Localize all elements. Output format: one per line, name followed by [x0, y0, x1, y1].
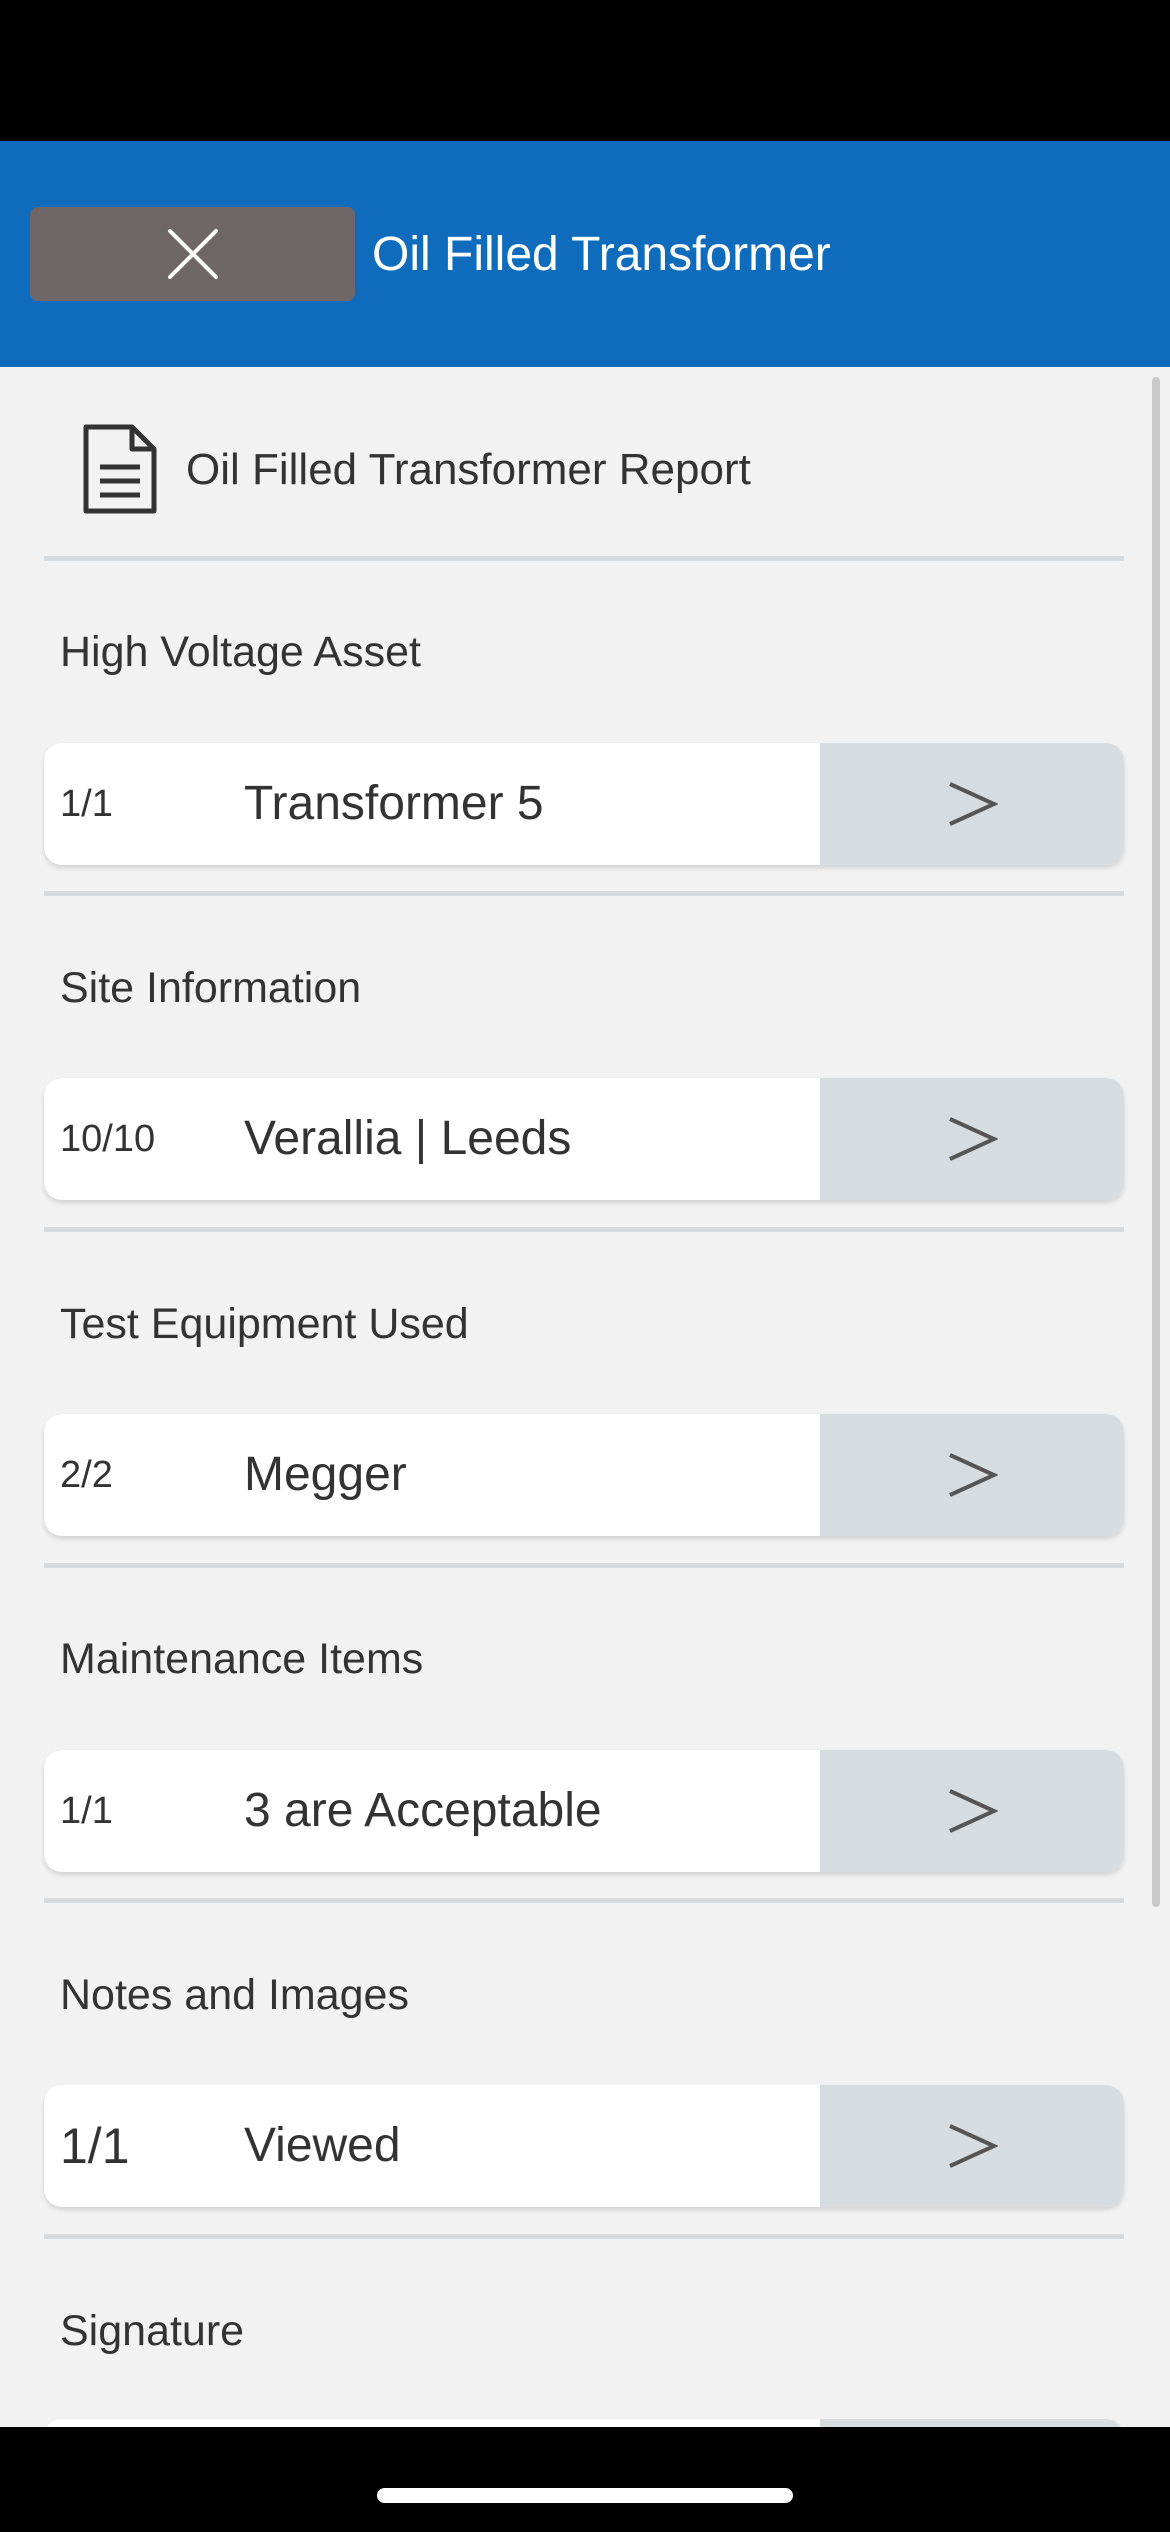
section-count: 1/1 — [60, 783, 113, 825]
home-indicator-area — [0, 2427, 1170, 2532]
section-value: 3 are Acceptable — [244, 1784, 602, 1837]
report-title: Oil Filled Transformer Report — [186, 445, 751, 494]
chevron-right-icon — [949, 1453, 998, 1497]
open-section-button[interactable] — [820, 2085, 1124, 2207]
document-icon — [83, 424, 157, 514]
scrollbar[interactable] — [1152, 377, 1160, 1907]
header-bar: Oil Filled Transformer — [0, 141, 1170, 367]
close-button[interactable] — [30, 207, 355, 301]
chevron-right-icon — [949, 1789, 998, 1833]
open-section-button[interactable] — [820, 1750, 1124, 1872]
section-card-high-voltage-asset[interactable]: 1/1 Transformer 5 — [44, 743, 1124, 865]
home-indicator[interactable] — [377, 2488, 793, 2503]
section-count: 2/2 — [60, 1454, 113, 1496]
open-section-button[interactable] — [820, 743, 1124, 865]
report-header: Oil Filled Transformer Report — [44, 367, 1124, 557]
section-count: 1/1 — [60, 2118, 130, 2174]
divider — [44, 891, 1124, 896]
section-card-maintenance-items[interactable]: 1/1 3 are Acceptable — [44, 1750, 1124, 1872]
section-card-site-information[interactable]: 10/10 Verallia | Leeds — [44, 1078, 1124, 1200]
section-label-notes-and-images: Notes and Images — [60, 1971, 409, 2019]
divider — [44, 556, 1124, 561]
divider — [44, 2234, 1124, 2239]
chevron-right-icon — [949, 2124, 998, 2168]
section-label-signature: Signature — [60, 2307, 245, 2355]
page-title: Oil Filled Transformer — [372, 228, 831, 281]
chevron-right-icon — [949, 782, 998, 826]
divider — [44, 1898, 1124, 1903]
section-card-test-equipment[interactable]: 2/2 Megger — [44, 1414, 1124, 1536]
section-card-notes-and-images[interactable]: 1/1 Viewed — [44, 2085, 1124, 2207]
report-content[interactable]: Oil Filled Transformer Report High Volta… — [0, 367, 1170, 2427]
section-value: Viewed — [244, 2119, 401, 2172]
section-label-site-information: Site Information — [60, 964, 362, 1012]
section-value: Verallia | Leeds — [244, 1112, 572, 1165]
section-label-high-voltage-asset: High Voltage Asset — [60, 628, 421, 676]
chevron-right-icon — [949, 1117, 998, 1161]
open-section-button[interactable] — [820, 2419, 1124, 2427]
section-value: Megger — [244, 1448, 407, 1501]
divider — [44, 1227, 1124, 1232]
status-bar — [0, 0, 1170, 141]
section-count: 1/1 — [60, 1790, 113, 1832]
section-label-maintenance-items: Maintenance Items — [60, 1635, 424, 1683]
section-card-signature[interactable] — [44, 2419, 1124, 2427]
section-value: Transformer 5 — [244, 777, 544, 830]
open-section-button[interactable] — [820, 1414, 1124, 1536]
section-count: 10/10 — [60, 1118, 156, 1160]
close-icon — [167, 229, 218, 279]
section-label-test-equipment: Test Equipment Used — [60, 1300, 469, 1348]
divider — [44, 1563, 1124, 1568]
open-section-button[interactable] — [820, 1078, 1124, 1200]
